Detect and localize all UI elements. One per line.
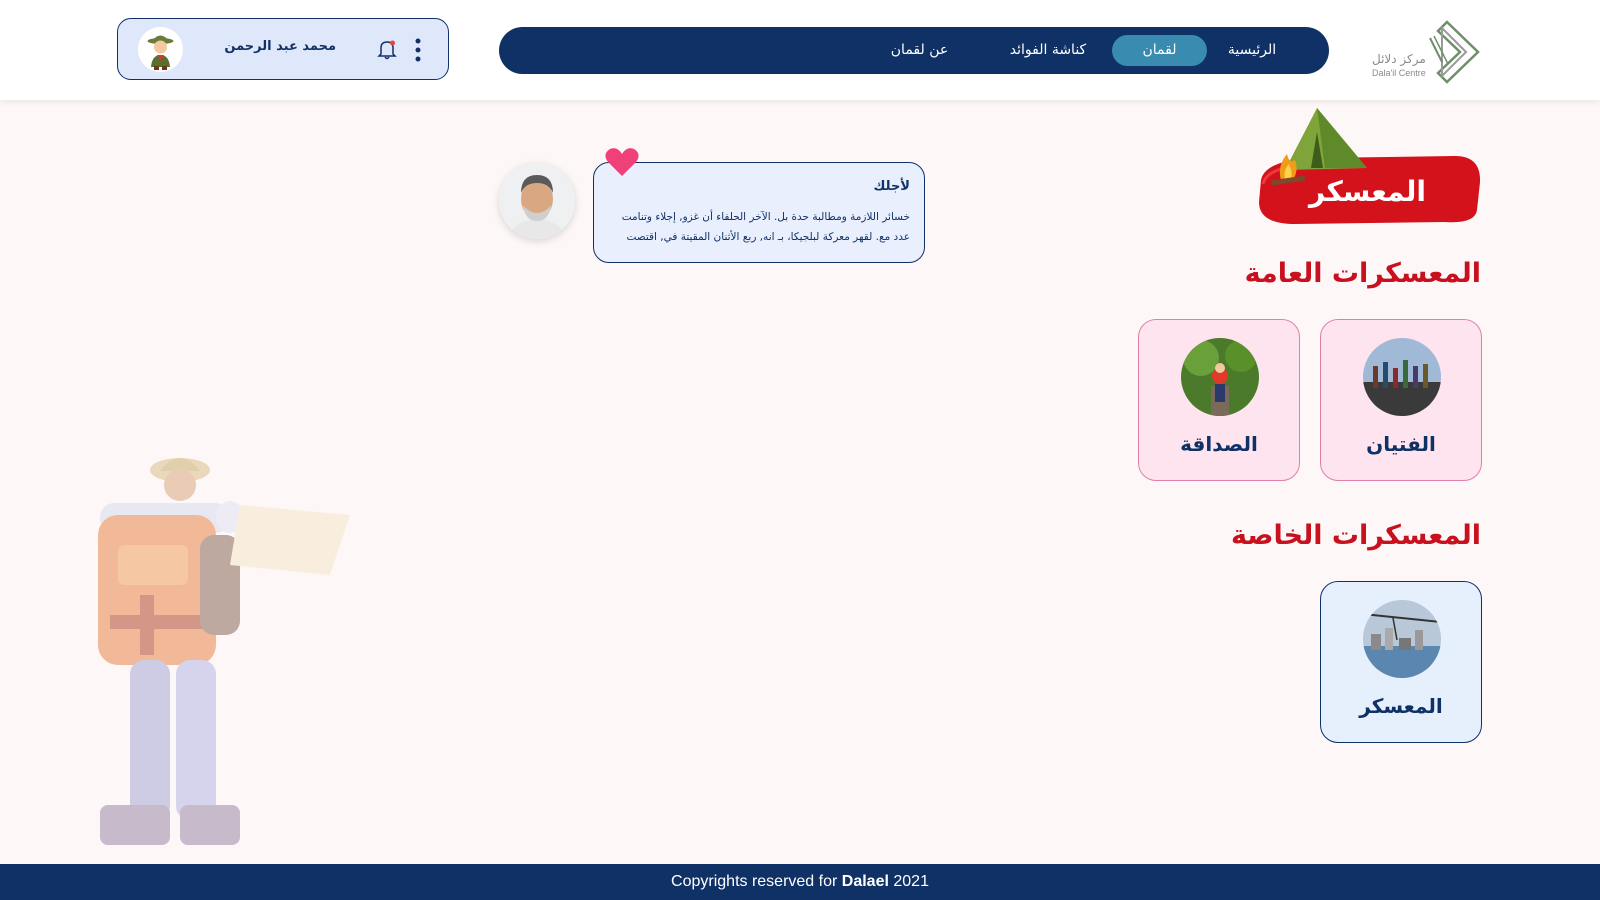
- footer-year: 2021: [893, 873, 929, 890]
- bubble-text: خسائر اللازمة ومطالبة حدة بل. الآخر الحل…: [605, 207, 910, 247]
- footer-brand[interactable]: Dalael: [842, 873, 889, 890]
- footer-copyright: Copyrights reserved for: [671, 873, 838, 890]
- section-title-public: المعسكرات العامة: [1244, 258, 1481, 289]
- page-title: المعسكر: [1309, 175, 1426, 208]
- city-photo-icon: [1363, 600, 1441, 678]
- scout-avatar-icon: [138, 27, 183, 72]
- bubble-line: خسائر اللازمة ومطالبة حدة بل. الآخر الحل…: [621, 211, 910, 223]
- hero-banner: المعسكر: [1255, 106, 1485, 230]
- nav-about[interactable]: عن لقمان: [877, 35, 962, 66]
- main-nav: الرئيسية لقمان كناشة الفوائد عن لقمان: [499, 27, 1329, 74]
- header: مركز دلائل Dala'il Centre الرئيسية لقمان…: [0, 0, 1600, 100]
- camp-card-label: المعسكر: [1359, 694, 1443, 718]
- message-bubble: لأجلك خسائر اللازمة ومطالبة حدة بل. الآخ…: [593, 162, 925, 263]
- bell-icon[interactable]: [375, 37, 399, 61]
- nav-home[interactable]: الرئيسية: [1207, 35, 1297, 66]
- explorer-illustration: [80, 445, 370, 865]
- camp-card-friendship[interactable]: الصداقة: [1138, 319, 1300, 481]
- hiker-illustration-icon: [98, 458, 350, 845]
- mentor-avatar: [499, 163, 575, 239]
- user-panel: محمد عبد الرحمن: [117, 18, 449, 80]
- nav-luqman[interactable]: لقمان: [1112, 35, 1207, 66]
- user-name: محمد عبد الرحمن: [224, 39, 336, 54]
- bubble-title: لأجلك: [873, 179, 910, 194]
- bubble-line: عدد مع. لقهر معركة لبلجيكا، بـ انه, ربع …: [626, 231, 910, 243]
- logo-name-en: Dala'il Centre: [1372, 68, 1426, 78]
- group-photo-icon: [1363, 338, 1441, 416]
- avatar[interactable]: [138, 27, 183, 72]
- camp-card-label: الفتيان: [1366, 432, 1436, 456]
- camp-card-camp[interactable]: المعسكر: [1320, 581, 1482, 743]
- nav-notes[interactable]: كناشة الفوائد: [994, 35, 1102, 66]
- camp-card-label: الصداقة: [1180, 432, 1258, 456]
- friends-photo-icon: [1181, 338, 1259, 416]
- logo[interactable]: مركز دلائل Dala'il Centre: [1372, 18, 1482, 84]
- heart-icon[interactable]: [604, 146, 640, 178]
- footer: Copyrights reserved for Dalael 2021: [0, 864, 1600, 900]
- mentor-portrait-icon: [499, 163, 575, 239]
- camp-card-youth[interactable]: الفتيان: [1320, 319, 1482, 481]
- more-menu-icon[interactable]: [412, 37, 424, 63]
- logo-name-ar: مركز دلائل: [1372, 52, 1426, 66]
- section-title-private: المعسكرات الخاصة: [1231, 520, 1481, 551]
